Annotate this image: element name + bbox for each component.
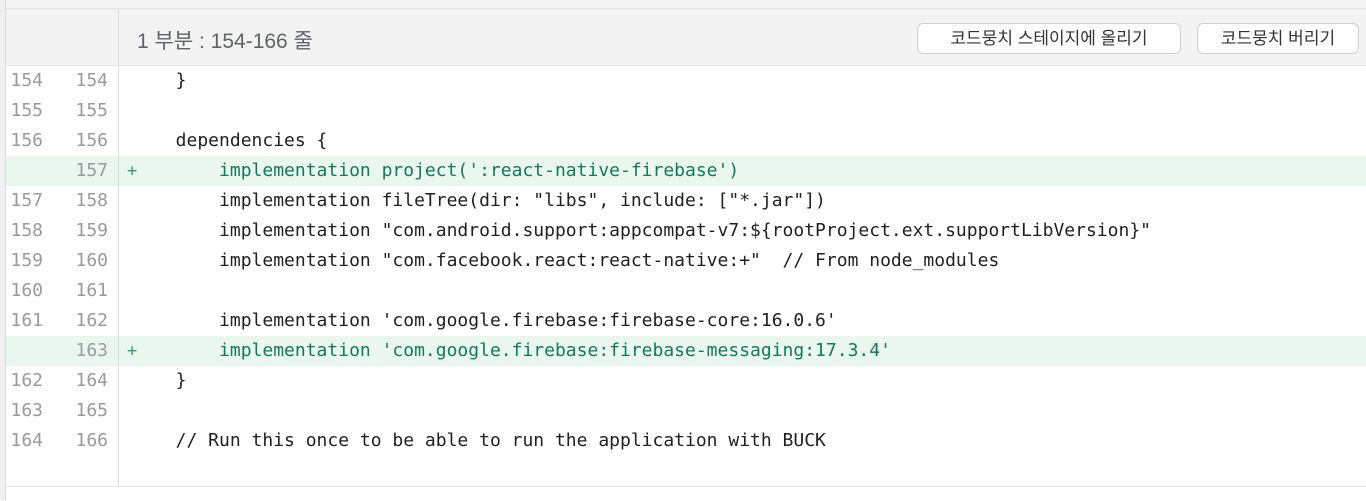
hunk-title: 1 부분 : 154-166 줄 xyxy=(137,30,313,53)
diff-line-added[interactable]: 163 + implementation 'com.google.firebase… xyxy=(6,336,1366,366)
new-line-number: 164 xyxy=(75,370,108,391)
gutter-separator xyxy=(118,96,119,126)
gutter-separator xyxy=(118,126,119,156)
gutter-separator xyxy=(118,336,119,366)
gutter-separator xyxy=(118,216,119,246)
old-line-number xyxy=(3,336,43,366)
diff-line-context[interactable]: 162 164 } xyxy=(6,366,1366,396)
diff-line-context[interactable]: 160 161 xyxy=(6,276,1366,306)
old-line-number: 158 xyxy=(10,220,43,241)
gutter-separator xyxy=(118,186,119,216)
diff-lines: 154 154 } 155 155 156 156 dependencies {157 + … xyxy=(6,66,1366,456)
new-line-number: 163 xyxy=(75,340,108,361)
bottom-divider xyxy=(6,486,1366,501)
new-line-number: 166 xyxy=(75,430,108,451)
code-text: } xyxy=(154,370,187,391)
gutter-separator xyxy=(118,246,119,276)
new-line-number: 158 xyxy=(75,190,108,211)
added-sign: + xyxy=(127,161,138,181)
hunk-header-gutter xyxy=(6,9,119,66)
diff-view: 1 부분 : 154-166 줄 코드뭉치 스테이지에 올리기 코드뭉치 버리기… xyxy=(0,0,1366,501)
new-line-number: 156 xyxy=(75,130,108,151)
stage-hunk-button[interactable]: 코드뭉치 스테이지에 올리기 xyxy=(917,23,1181,54)
diff-line-context[interactable]: 159 160 implementation "com.facebook.reac… xyxy=(6,246,1366,276)
diff-line-context[interactable]: 161 162 implementation 'com.google.fireba… xyxy=(6,306,1366,336)
code-text: dependencies { xyxy=(154,130,328,151)
code-text: implementation "com.facebook.react:react… xyxy=(154,250,1000,271)
diff-line-context[interactable]: 155 155 xyxy=(6,96,1366,126)
discard-hunk-button[interactable]: 코드뭉치 버리기 xyxy=(1197,23,1359,54)
code-text: implementation "com.android.support:appc… xyxy=(154,220,1151,241)
new-line-number: 161 xyxy=(75,280,108,301)
new-line-number: 159 xyxy=(75,220,108,241)
diff-line-context[interactable]: 158 159 implementation "com.android.suppo… xyxy=(6,216,1366,246)
code-text: implementation fileTree(dir: "libs", inc… xyxy=(154,190,826,211)
new-line-number: 154 xyxy=(75,70,108,91)
old-line-number: 155 xyxy=(10,100,43,121)
diff-line-context[interactable]: 154 154 } xyxy=(6,66,1366,96)
gutter-separator xyxy=(118,66,119,96)
gutter-separator xyxy=(118,156,119,186)
old-line-number: 154 xyxy=(10,70,43,91)
gutter-separator xyxy=(118,366,119,396)
gutter-separator xyxy=(118,456,119,486)
hunk-header: 1 부분 : 154-166 줄 코드뭉치 스테이지에 올리기 코드뭉치 버리기 xyxy=(6,9,1366,66)
diff-line-context[interactable]: 163 165 xyxy=(6,396,1366,426)
old-line-number: 162 xyxy=(10,370,43,391)
gutter-separator xyxy=(118,426,119,456)
new-line-number: 160 xyxy=(75,250,108,271)
new-line-number: 162 xyxy=(75,310,108,331)
old-line-number: 157 xyxy=(10,190,43,211)
diff-line-added[interactable]: 157 + implementation project(':react-nati… xyxy=(6,156,1366,186)
top-divider xyxy=(0,0,1366,9)
old-line-number: 160 xyxy=(10,280,43,301)
gutter-separator xyxy=(118,396,119,426)
new-line-number: 155 xyxy=(75,100,108,121)
diff-line-context[interactable]: 164 166 // Run this once to be able to ru… xyxy=(6,426,1366,456)
new-line-number: 157 xyxy=(75,160,108,181)
diff-line-context[interactable]: 156 156 dependencies { xyxy=(6,126,1366,156)
old-line-number: 156 xyxy=(10,130,43,151)
old-line-number xyxy=(3,156,43,186)
diff-line-context[interactable]: 157 158 implementation fileTree(dir: "lib… xyxy=(6,186,1366,216)
new-line-number: 165 xyxy=(75,400,108,421)
old-line-number: 164 xyxy=(10,430,43,451)
code-text: } xyxy=(154,70,187,91)
code-text: // Run this once to be able to run the a… xyxy=(154,430,826,451)
old-line-number: 163 xyxy=(10,400,43,421)
gutter-separator xyxy=(118,306,119,336)
code-text: implementation 'com.google.firebase:fire… xyxy=(154,310,837,331)
code-text: implementation 'com.google.firebase:fire… xyxy=(154,340,891,361)
old-line-number: 161 xyxy=(10,310,43,331)
gutter-separator xyxy=(118,276,119,306)
old-line-number: 159 xyxy=(10,250,43,271)
code-text: implementation project(':react-native-fi… xyxy=(154,160,740,181)
added-sign: + xyxy=(127,341,138,361)
